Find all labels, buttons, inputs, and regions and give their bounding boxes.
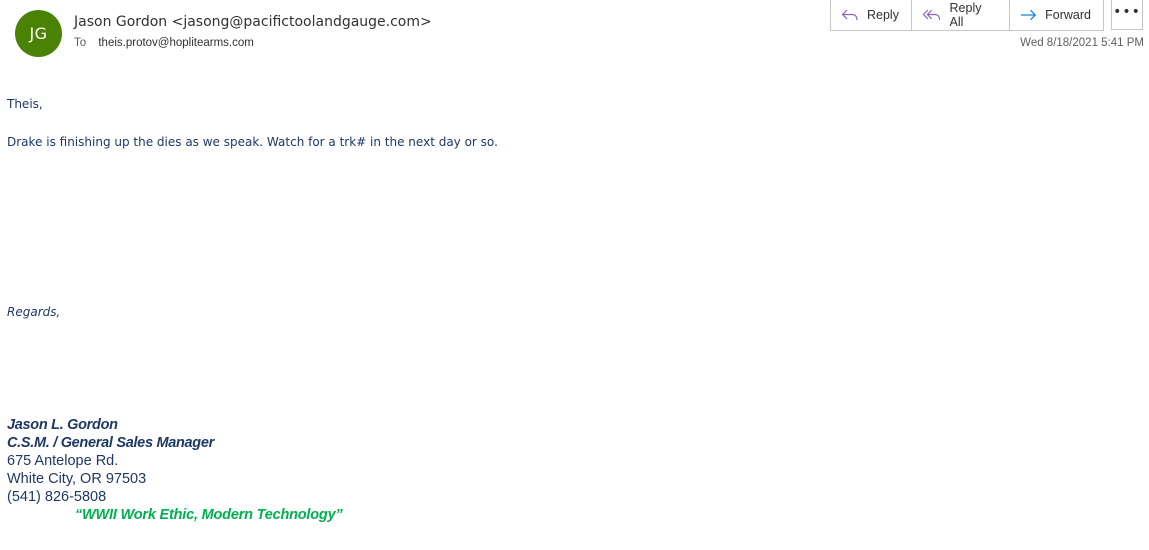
forward-label: Forward	[1045, 8, 1091, 22]
signature-motto: “WWII Work Ethic, Modern Technology”	[75, 507, 343, 523]
sender-name[interactable]: Jason Gordon <jasong@pacifictoolandgauge…	[74, 14, 432, 30]
more-icon: •••	[1113, 3, 1141, 20]
reply-all-icon	[922, 9, 941, 20]
forward-button[interactable]: Forward	[1010, 0, 1103, 30]
recipients-line: To theis.protov@hoplitearms.com	[74, 37, 254, 49]
message-actions: Reply Reply All Forward	[830, 0, 1104, 31]
signature-name: Jason L. Gordon	[7, 417, 118, 433]
reply-icon	[841, 9, 858, 21]
signature-city: White City, OR 97503	[7, 471, 147, 487]
signature-phone: (541) 826-5808	[7, 489, 107, 505]
sender-avatar[interactable]: JG	[15, 10, 62, 57]
reply-button[interactable]: Reply	[831, 0, 912, 30]
message-closing: Regards,	[7, 305, 61, 319]
signature-street: 675 Antelope Rd.	[7, 453, 119, 469]
signature-title: C.S.M. / General Sales Manager	[7, 435, 214, 451]
message-body-text: Drake is finishing up the dies as we spe…	[7, 135, 498, 149]
reply-all-button[interactable]: Reply All	[912, 0, 1010, 30]
reply-all-label: Reply All	[949, 1, 982, 29]
recipient-address[interactable]: theis.protov@hoplitearms.com	[98, 37, 254, 49]
message-date: Wed 8/18/2021 5:41 PM	[1020, 37, 1144, 49]
forward-icon	[1020, 9, 1037, 21]
message-greeting: Theis,	[7, 97, 43, 111]
reply-label: Reply	[867, 8, 899, 22]
to-label: To	[74, 37, 87, 49]
more-actions-button[interactable]: •••	[1111, 0, 1143, 30]
avatar-initials: JG	[29, 24, 48, 43]
